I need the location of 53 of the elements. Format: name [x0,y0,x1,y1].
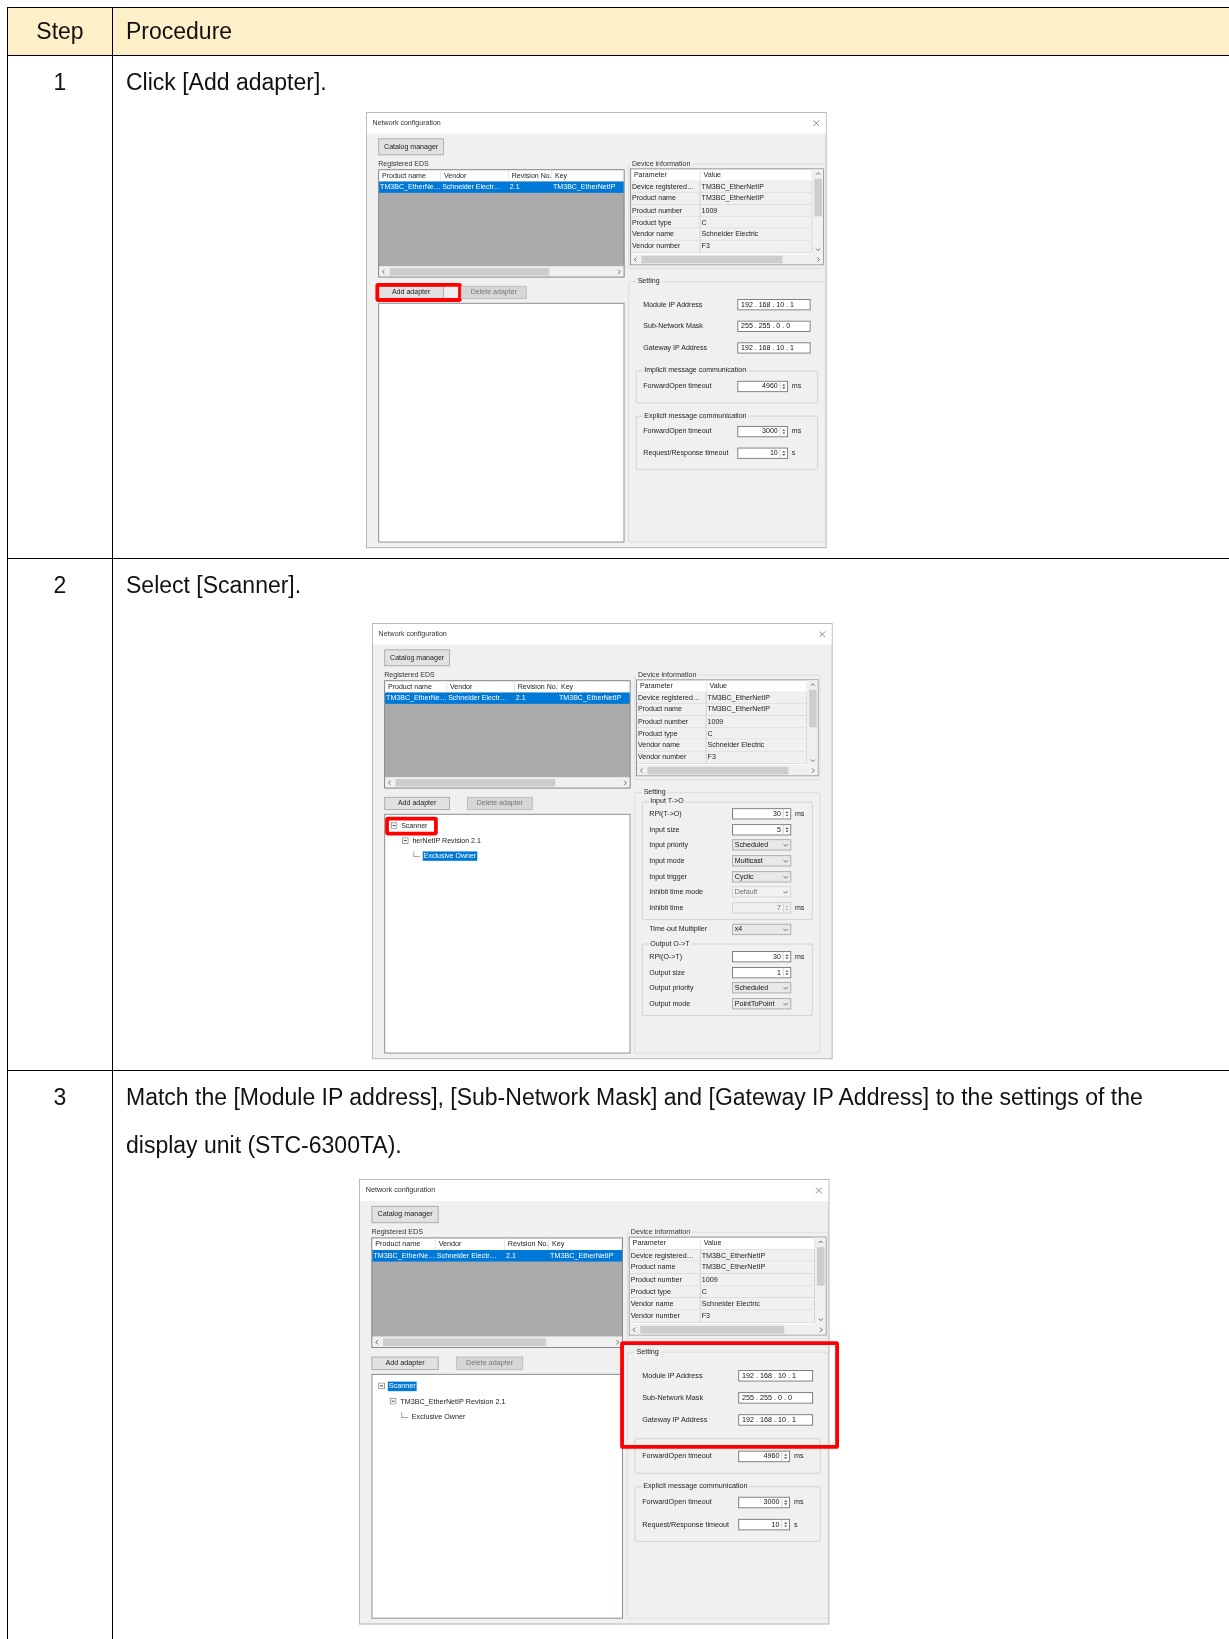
scroll-down-icon[interactable] [814,246,821,253]
scroll-right-icon[interactable] [810,767,816,773]
close-icon[interactable] [818,630,826,639]
step-instruction: Match the [Module IP address], [Sub-Network Mask] and [Gateway IP Address] to the settings of the display unit (STC-6300TA). [125,1083,1144,1160]
step-number: 1 [53,69,67,95]
column-header: Step [8,8,113,56]
vertical-scrollbar[interactable] [812,169,823,254]
scroll-down-icon[interactable] [817,1316,824,1323]
horizontal-scrollbar[interactable] [379,266,624,277]
close-icon[interactable] [812,119,820,128]
horizontal-scrollbar[interactable] [385,777,630,788]
chevron-down-icon[interactable] [782,985,789,991]
chevron-down-icon[interactable] [782,873,789,880]
scroll-left-icon[interactable] [374,1338,381,1345]
step-instruction: Click [Add adapter]. [125,68,328,97]
scroll-left-icon[interactable] [381,268,387,275]
scroll-left-icon[interactable] [387,779,393,786]
spin-arrows-icon[interactable] [779,426,788,436]
spin-arrows-icon[interactable] [781,1451,790,1461]
scroll-up-icon[interactable] [809,682,816,688]
scroll-up-icon[interactable] [817,1239,824,1246]
chevron-down-icon[interactable] [782,927,789,933]
scroll-right-icon[interactable] [815,256,821,262]
collapse-icon[interactable] [390,822,398,829]
scroll-right-icon[interactable] [614,1338,621,1345]
collapse-icon[interactable] [402,837,409,844]
step-instruction: Select [Scanner]. [125,571,303,600]
collapse-icon[interactable] [378,1382,385,1390]
chevron-down-icon[interactable] [782,858,789,864]
chevron-down-icon[interactable] [782,842,789,849]
collapse-icon[interactable] [389,1397,397,1405]
scroll-right-icon[interactable] [817,1326,824,1333]
scroll-left-icon[interactable] [631,1326,638,1333]
step-number: 3 [53,1084,67,1110]
horizontal-scrollbar[interactable] [372,1336,623,1347]
horizontal-scrollbar[interactable] [631,253,823,265]
vertical-scrollbar[interactable] [815,1237,826,1324]
step-number: 2 [53,572,67,598]
spin-arrows-icon[interactable] [779,381,788,391]
horizontal-scrollbar[interactable] [637,764,818,776]
scroll-left-icon[interactable] [632,256,639,262]
horizontal-scrollbar[interactable] [629,1323,826,1335]
scroll-down-icon[interactable] [809,757,816,764]
scroll-left-icon[interactable] [638,767,645,773]
spin-arrows-icon[interactable] [781,1519,790,1529]
scroll-right-icon[interactable] [622,779,628,786]
scroll-right-icon[interactable] [616,268,622,275]
spin-arrows-icon[interactable] [781,1497,790,1507]
scroll-up-icon[interactable] [814,171,821,177]
column-header: Procedure [113,8,1229,56]
close-icon[interactable] [815,1186,823,1195]
chevron-down-icon[interactable] [782,1000,789,1007]
vertical-scrollbar[interactable] [807,680,818,765]
